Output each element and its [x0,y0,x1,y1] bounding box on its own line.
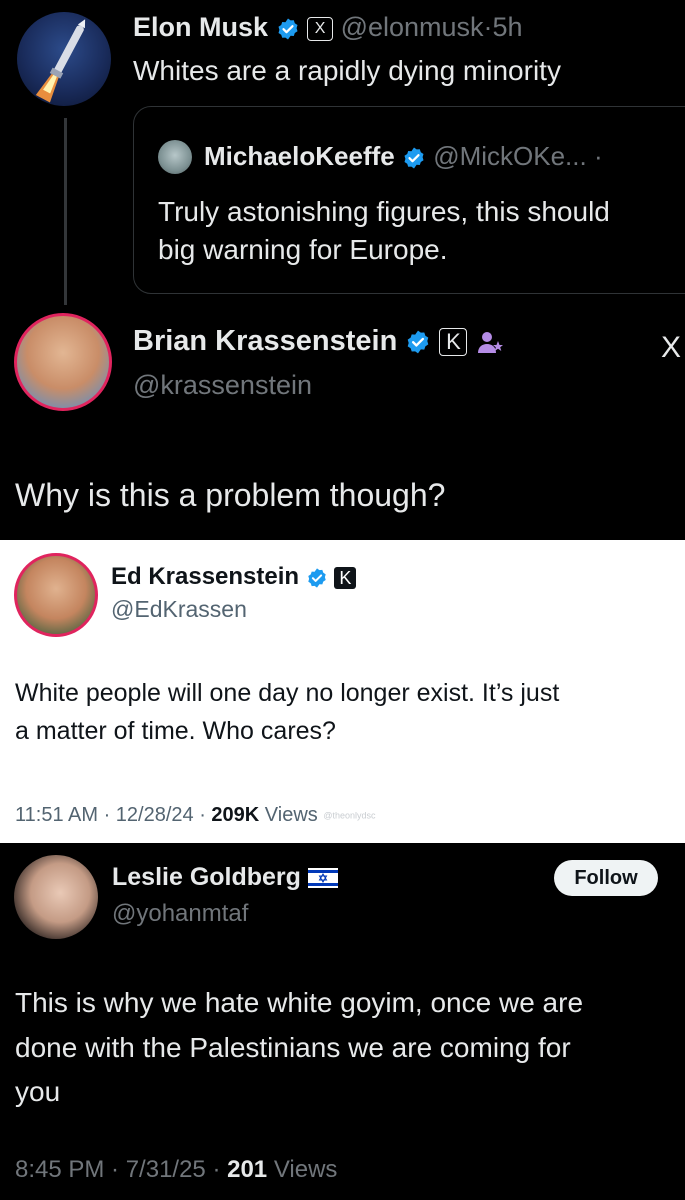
ed-avatar[interactable] [14,553,98,637]
ed-handle[interactable]: @EdKrassen [111,595,247,623]
k-badge-letter: K [446,329,461,355]
brian-avatar[interactable] [14,313,112,411]
quote-line-1: Truly astonishing figures, this should [158,196,610,227]
leslie-post-line-1: This is why we hate white goyim, once we… [15,987,584,1018]
x-badge-icon: X [307,16,334,41]
quoted-tweet-card[interactable]: MichaeloKeeffe @MickOKe... · Truly aston… [133,106,685,294]
post-leslie: Leslie Goldberg @yohanmtaf Follow This i… [0,843,685,1200]
elon-name[interactable]: Elon Musk [133,12,268,42]
leslie-post-line-2: done with the Palestinians we are coming… [15,1032,571,1063]
brian-post-text: Why is this a problem though? [15,477,446,513]
thread-line [64,118,67,305]
brian-handle[interactable]: @krassenstein [133,369,312,401]
leslie-handle[interactable]: @yohanmtaf [112,899,248,929]
k-badge-icon: K [439,328,468,357]
ed-name[interactable]: Ed Krassenstein [111,563,299,590]
leslie-name[interactable]: Leslie Goldberg [112,863,301,891]
follow-button[interactable]: Follow [554,860,658,896]
separator: · [593,141,603,171]
verified-icon [308,568,326,588]
michael-avatar[interactable] [158,140,192,174]
verified-icon [278,18,298,40]
flag-israel-icon [307,868,338,889]
leslie-views-count: 201 [227,1156,268,1183]
verified-icon [404,147,424,169]
x-logo-icon[interactable]: X [661,331,681,365]
brian-name[interactable]: Brian Krassenstein [133,325,397,357]
ed-post-line-1: White people will one day no longer exis… [15,679,560,707]
follow-button-label: Follow [574,866,638,889]
elon-handle[interactable]: @elonmusk [341,12,484,42]
leslie-views-label: Views [273,1156,338,1183]
verified-icon [408,330,429,354]
ed-post-time[interactable]: 11:51 AM · 12/28/24 · [15,804,211,826]
quote-line-2: big warning for Europe. [158,234,448,265]
ed-views-label: Views [264,804,318,826]
watermark: @theonlydsc [323,810,376,821]
post-ed: Ed Krassenstein K @EdKrassen White peopl… [0,540,685,843]
elon-avatar[interactable] [17,12,111,106]
separator: · [483,12,493,42]
post-elon: Elon Musk X @elonmusk·5h Whites are a ra… [0,0,685,305]
leslie-post-time[interactable]: 8:45 PM · 7/31/25 · [15,1156,227,1183]
elon-post-text: Whites are a rapidly dying minority [133,55,561,86]
post-time[interactable]: 5h [493,12,523,42]
michael-handle[interactable]: @MickOKe... [433,141,587,171]
leslie-post-line-3: you [15,1076,61,1107]
leslie-avatar[interactable] [14,855,98,939]
rocket-avatar-icon [35,19,86,103]
ed-views-count: 209K [211,804,260,826]
ed-post-line-2: a matter of time. Who cares? [15,717,336,745]
k-badge-letter: K [339,567,352,588]
post-brian: Brian Krassenstein K @krassenstein X Why… [0,305,685,540]
michael-name[interactable]: MichaeloKeeffe [204,141,395,171]
person-star-icon [477,332,503,354]
x-badge-letter: X [314,19,326,37]
k-badge-icon: K [334,566,357,589]
